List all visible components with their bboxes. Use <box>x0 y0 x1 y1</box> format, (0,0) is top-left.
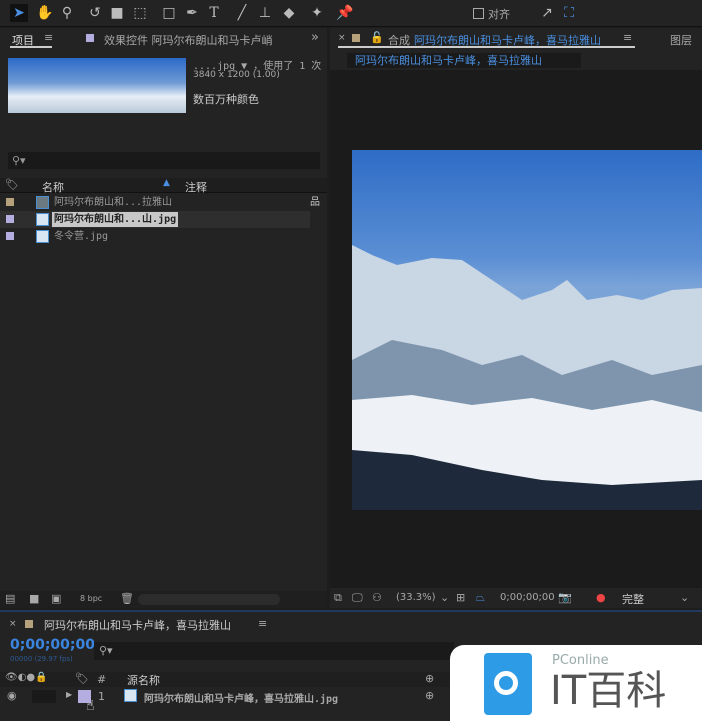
tab-layer[interactable]: 图层 <box>670 32 692 48</box>
label-swatch <box>6 198 14 206</box>
watermark: PConline IT百科 <box>450 645 702 721</box>
label-swatch <box>6 232 14 240</box>
close-icon[interactable]: × <box>338 33 346 43</box>
monitor-icon[interactable]: 🖵 <box>352 591 363 605</box>
shy-switch-icon[interactable]: ⊕ <box>425 689 434 702</box>
sort-ascending-icon[interactable]: ▲ <box>163 178 170 188</box>
image-file-icon <box>124 689 137 702</box>
rectangle-tool-icon[interactable]: □ <box>160 4 178 22</box>
label-swatch <box>6 215 14 223</box>
label-swatch <box>25 620 33 628</box>
toolbar: ➤ ✋ ⚲ ↺ ■ ⬚ □ ✒ T ╱ ⊥ ◆ ✦ 📌 对齐 ↗ ⛶ <box>0 0 702 27</box>
label-column-icon: 🏷 <box>75 672 89 685</box>
column-number: # <box>97 673 107 686</box>
rotate-tool-icon[interactable]: ↺ <box>86 4 104 22</box>
puppet-pin-tool-icon[interactable]: 📌 <box>336 4 354 22</box>
project-item[interactable]: 阿玛尔布朗山和...山.jpg <box>0 211 310 228</box>
item-name: 阿玛尔布朗山和...山.jpg <box>52 212 179 227</box>
search-icon: ⚲▾ <box>99 644 113 657</box>
roto-brush-tool-icon[interactable]: ✦ <box>308 4 326 22</box>
comp-breadcrumb[interactable]: 阿玛尔布朗山和马卡卢峰，喜马拉雅山 <box>347 53 581 68</box>
label-swatch <box>86 34 94 42</box>
mask-visibility-icon[interactable]: ⚇ <box>372 591 382 604</box>
panel-menu-icon[interactable]: ≡ <box>623 31 632 44</box>
project-footer: ▤ ■ ▣ 8 bpc 🗑 <box>0 591 327 608</box>
chevron-down-icon: ⌄ <box>680 591 690 604</box>
viewer-footer: ⧉ 🖵 ⚇ (33.3%) ⌄ ⊞ ⏢ 0;00;00;00 📷 ● 完整 ⌄ <box>330 588 702 608</box>
interpret-footage-icon[interactable]: ▤ <box>5 592 15 605</box>
av-switches-icon: 👁◐●🔒 <box>5 672 48 683</box>
search-icon: ⚲▾ <box>12 154 26 167</box>
snap-label: 对齐 <box>488 8 510 21</box>
flowchart-icon[interactable]: 品 <box>310 194 320 211</box>
close-icon[interactable]: × <box>9 619 17 629</box>
composition-icon <box>36 196 49 209</box>
timeline-current-time[interactable]: 0;00;00;00 <box>10 637 95 653</box>
project-thumbnail <box>8 58 186 113</box>
always-preview-icon[interactable]: ⧉ <box>334 591 342 605</box>
column-comment[interactable]: 注释 <box>185 179 207 195</box>
magnification-dropdown[interactable]: (33.3%) <box>396 592 436 603</box>
label-column-icon[interactable]: 🏷 <box>5 178 19 191</box>
layer-name[interactable]: 阿玛尔布朗山和马卡卢峰，喜马拉雅山.jpg <box>144 690 338 705</box>
snap-option-icon[interactable]: ↗ <box>538 4 556 22</box>
layer-index: 1 <box>98 690 105 703</box>
zoom-tool-icon[interactable]: ⚲ <box>58 4 76 22</box>
label-swatch <box>352 34 360 42</box>
project-item[interactable]: 阿玛尔布朗山和...拉雅山 品 <box>0 194 320 211</box>
region-of-interest-icon[interactable]: ⏢ <box>476 591 485 605</box>
scrollbar[interactable] <box>138 594 280 605</box>
watermark-logo-icon <box>484 653 532 715</box>
composition-viewer-image[interactable] <box>352 150 702 510</box>
preview-colors: 数百万种颜色 <box>193 93 259 106</box>
camera-tool-icon[interactable]: ■ <box>108 4 126 22</box>
brush-tool-icon[interactable]: ╱ <box>233 4 251 22</box>
selection-tool-icon[interactable]: ➤ <box>10 4 28 22</box>
snap-checkbox[interactable] <box>473 8 484 19</box>
expand-triangle-icon[interactable]: ▶ <box>66 690 72 699</box>
snap-target-icon[interactable]: ⛶ <box>560 4 578 22</box>
panel-menu-icon[interactable]: ≡ <box>258 617 267 630</box>
lock-icon[interactable]: 🔓 <box>370 31 384 44</box>
tab-effect-controls[interactable]: 效果控件 阿玛尔布朗山和马卡卢峭 <box>104 32 273 48</box>
item-name: 阿玛尔布朗山和...拉雅山 <box>54 197 173 208</box>
chevron-down-icon: ⌄ <box>440 591 450 604</box>
project-panel: 项目 ≡ 效果控件 阿玛尔布朗山和马卡卢峭 » ....jpg ▼ ，使用了 1… <box>0 28 327 608</box>
panel-menu-icon[interactable]: ≡ <box>44 31 53 44</box>
new-composition-icon[interactable]: ▣ <box>51 592 61 605</box>
column-name[interactable]: 名称 <box>42 179 64 195</box>
pan-behind-tool-icon[interactable]: ⬚ <box>131 4 149 22</box>
clone-stamp-tool-icon[interactable]: ⊥ <box>256 4 274 22</box>
tab-overflow-button[interactable]: » <box>311 30 319 45</box>
project-columns-header: 🏷 名称 ▲ 注释 <box>0 178 327 195</box>
pen-tool-icon[interactable]: ✒ <box>183 4 201 22</box>
visibility-eye-icon[interactable]: ◉ <box>7 689 17 702</box>
grid-icon[interactable]: ⊞ <box>456 591 465 604</box>
bpc-button[interactable]: 8 bpc <box>80 594 102 603</box>
snapshot-icon[interactable]: 📷 <box>558 591 572 604</box>
image-file-icon <box>36 230 49 243</box>
project-item[interactable]: 冬令营.jpg <box>0 228 310 245</box>
frame-info: 00000 (29.97 fps) <box>10 655 73 663</box>
new-folder-icon[interactable]: ■ <box>29 592 39 605</box>
image-file-icon <box>36 213 49 226</box>
current-time[interactable]: 0;00;00;00 <box>500 592 555 603</box>
eraser-tool-icon[interactable]: ◆ <box>280 4 298 22</box>
text-tool-icon[interactable]: T <box>205 4 223 22</box>
channel-icon[interactable]: ● <box>596 591 606 604</box>
switches-icon: ⊕ <box>425 672 435 685</box>
item-name: 冬令营.jpg <box>54 231 109 242</box>
project-search-input[interactable]: ⚲▾ <box>8 152 320 169</box>
resolution-dropdown[interactable]: 完整 <box>622 591 644 607</box>
hand-cursor-icon: ☝ <box>86 698 95 714</box>
watermark-title: IT百科 <box>550 668 667 714</box>
hand-tool-icon[interactable]: ✋ <box>36 4 54 22</box>
watermark-brand: PConline <box>552 653 609 668</box>
trash-icon[interactable]: 🗑 <box>120 592 134 605</box>
preview-dimensions: 3840 x 1200 (1.00) <box>193 70 280 80</box>
tab-timeline[interactable]: 阿玛尔布朗山和马卡卢峰，喜马拉雅山 <box>44 617 231 633</box>
timeline-search-input[interactable]: ⚲▾ <box>94 642 454 660</box>
column-source-name: 源名称 <box>127 674 160 687</box>
